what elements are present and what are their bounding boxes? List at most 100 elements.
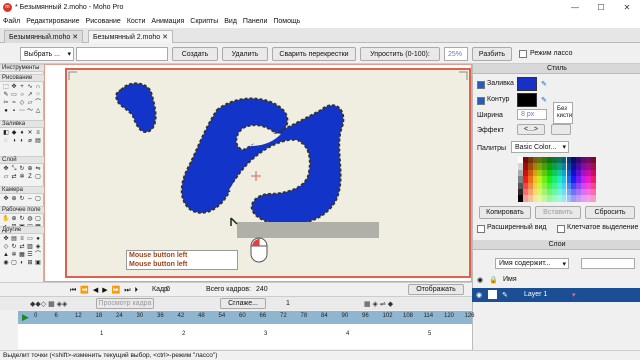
paste-style-button[interactable]: Вставить (535, 206, 581, 219)
menu-help[interactable]: Помощь (273, 18, 300, 25)
other-f-icon[interactable]: ◇ (2, 243, 10, 251)
shape-icon[interactable]: △ (34, 107, 42, 115)
advanced-checkbox[interactable] (477, 225, 485, 233)
transform-icon[interactable]: ✥ (10, 83, 18, 91)
total-frames-input[interactable]: 240 (256, 286, 268, 293)
stroke-eyedropper-icon[interactable]: ✎ (541, 96, 547, 104)
oval-icon[interactable]: ○ (18, 91, 26, 99)
magnet-icon[interactable]: ∩ (34, 83, 42, 91)
lasso-checkbox[interactable] (519, 50, 527, 58)
other-b-icon[interactable]: ▤ (10, 235, 18, 243)
cell-select-checkbox[interactable] (557, 225, 565, 233)
brush-button[interactable]: Без кисти (553, 102, 573, 124)
set-origin-icon[interactable]: ⊕ (26, 165, 34, 173)
flip-icon[interactable]: ⇋ (34, 165, 42, 173)
menu-edit[interactable]: Редактирование (26, 18, 79, 25)
small-blob-shape[interactable] (115, 82, 157, 134)
select-points-icon[interactable]: ⬚ (2, 83, 10, 91)
view-extra-icon[interactable]: ▢ (34, 215, 42, 223)
select-dropdown[interactable]: Выбрать ... ▾ (20, 47, 74, 61)
layer-row[interactable]: ◉ ✎ Layer 1 ▾ (472, 288, 640, 302)
tab-untitled-2[interactable]: Безымянный 2.moho ✕ (88, 30, 173, 43)
stroke-exposure-icon[interactable]: ◑ (10, 137, 18, 145)
frame-input[interactable]: 0 (166, 286, 170, 293)
other-l-icon[interactable]: ✲ (10, 251, 18, 259)
add-point-icon[interactable]: + (18, 83, 26, 91)
maximize-icon[interactable]: ☐ (590, 0, 612, 14)
line-width-icon[interactable]: ≡ (34, 129, 42, 137)
split-button[interactable]: Разбить (472, 47, 512, 61)
tab-untitled[interactable]: Безымянный.moho ✕ (4, 30, 84, 43)
hide-edge-icon[interactable]: ◌ (2, 137, 10, 145)
fill-checkbox[interactable] (477, 81, 485, 89)
particle-icon[interactable]: ✲ (18, 173, 26, 181)
orbit-icon[interactable]: ◍ (26, 215, 34, 223)
other-d-icon[interactable]: ▭ (26, 235, 34, 243)
fill-swatch[interactable] (517, 77, 537, 91)
noise-icon[interactable]: ≈ (10, 99, 18, 107)
smooth-dropdown[interactable]: Сглаже... (220, 298, 266, 309)
perspective-icon[interactable]: ◇ (18, 99, 26, 107)
menu-view[interactable]: Вид (224, 18, 237, 25)
stroke-swatch[interactable] (517, 93, 537, 107)
layer-name[interactable]: Layer 1 (524, 291, 547, 298)
shear-icon[interactable]: ▱ (26, 99, 34, 107)
paint-bucket-icon[interactable]: ♦ (18, 129, 26, 137)
layer-extra-icon[interactable]: ▢ (34, 173, 42, 181)
menu-panels[interactable]: Панели (243, 18, 267, 25)
fill-extra-icon[interactable]: ▤ (34, 137, 42, 145)
other-q-icon[interactable]: ▢ (10, 259, 18, 267)
curvature-icon[interactable]: ∿ (26, 83, 34, 91)
camera-track-icon[interactable]: ✥ (2, 195, 10, 203)
color-palette[interactable] (518, 157, 596, 202)
camera-zoom-icon[interactable]: ⊕ (10, 195, 18, 203)
weld-button[interactable]: Сварить перекрестки (272, 47, 356, 61)
switch-layer-icon[interactable]: ⇄ (10, 173, 18, 181)
delete-button[interactable]: Удалить (222, 47, 268, 61)
other-k-icon[interactable]: ▲ (2, 251, 10, 259)
other-n-icon[interactable]: ☰ (26, 251, 34, 259)
arrow-icon[interactable]: ↗ (26, 91, 34, 99)
eyedropper-icon[interactable]: ⌀ (26, 137, 34, 145)
zoom-icon[interactable]: ⊕ (10, 215, 18, 223)
rotate-layer-icon[interactable]: ↻ (18, 165, 26, 173)
other-i-icon[interactable]: ▧ (26, 243, 34, 251)
other-c-icon[interactable]: ≡ (18, 235, 26, 243)
create-shape-icon[interactable]: ◆ (10, 129, 18, 137)
simplify-button[interactable]: Упростить (0-100): (360, 47, 440, 61)
create-button[interactable]: Создать (172, 47, 218, 61)
width-input[interactable]: 8 px (517, 109, 547, 120)
keyframe-tools-icon[interactable]: ◆◆◇ ▦ ◈◈ (30, 300, 67, 308)
camera-extra-icon[interactable]: ▢ (34, 195, 42, 203)
bend-icon[interactable]: ⌒ (34, 99, 42, 107)
group-name-field[interactable] (76, 47, 168, 61)
delete-shape-icon[interactable]: ✕ (26, 129, 34, 137)
palette-dropdown[interactable]: Basic Color... ▾ (511, 141, 569, 153)
scale-layer-icon[interactable]: ⤡ (10, 165, 18, 173)
menu-animation[interactable]: Анимация (151, 18, 184, 25)
effect-extra-button[interactable] (551, 124, 571, 135)
layer-search-input[interactable]: Имя содержит... ▾ (495, 258, 569, 269)
pan-icon[interactable]: ✋ (2, 215, 10, 223)
playback-buttons-icon[interactable]: ⏮ ⏪ ◀ ▶ ⏩ ⏭ ⏵ (70, 286, 139, 295)
menu-scripts[interactable]: Скрипты (190, 18, 218, 25)
layer-lock-box[interactable] (488, 290, 497, 299)
layer-visible-icon[interactable]: ◉ (476, 291, 482, 299)
curve-profile-icon[interactable]: 〜 (26, 107, 34, 115)
blob-brush-icon[interactable]: ● (2, 107, 10, 115)
select-shape-icon[interactable]: ◧ (2, 129, 10, 137)
close-icon[interactable]: ✕ (616, 0, 638, 14)
other-t-icon[interactable]: ▣ (34, 259, 42, 267)
timeline-extra-icons[interactable]: ▦ ◈ ⇌ ◆ (364, 300, 393, 308)
palette-color[interactable] (590, 195, 596, 202)
display-dropdown[interactable]: Отображать (408, 284, 464, 295)
other-s-icon[interactable]: ⊞ (26, 259, 34, 267)
shear-layer-icon[interactable]: ▱ (2, 173, 10, 181)
other-a-icon[interactable]: ✥ (2, 235, 10, 243)
point-reduction-icon[interactable]: ⋯ (18, 107, 26, 115)
reset-style-button[interactable]: Сбросить (585, 206, 635, 219)
other-g-icon[interactable]: ↻ (10, 243, 18, 251)
camera-pan-icon[interactable]: ⇔ (26, 195, 34, 203)
drawing-canvas[interactable]: Mouse button left Mouse button left (65, 68, 471, 278)
other-h-icon[interactable]: ⇄ (18, 243, 26, 251)
